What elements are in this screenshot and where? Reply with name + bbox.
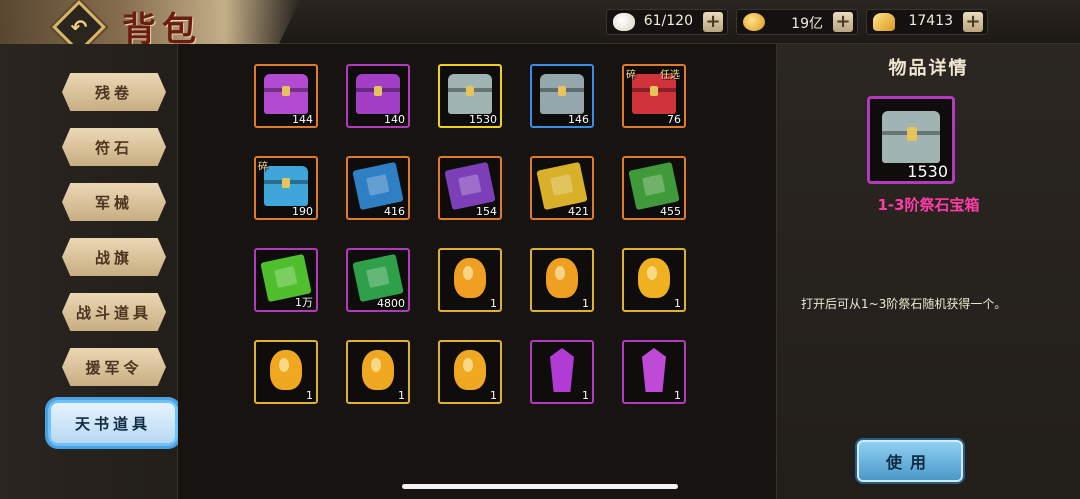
item-slot[interactable]: 144 xyxy=(254,64,318,128)
gem-icon xyxy=(638,258,670,298)
item-slot[interactable]: 碎 任选 76 xyxy=(622,64,686,128)
gold-ingot-icon xyxy=(873,13,895,31)
detail-item-slot: 1530 xyxy=(867,96,955,184)
crystal-icon xyxy=(550,348,574,392)
tab-rune-stones[interactable]: 符石 xyxy=(62,128,166,166)
add-gold-button[interactable]: + xyxy=(963,12,983,32)
gem-icon xyxy=(270,350,302,390)
currency-coin: 19亿 + xyxy=(736,9,858,35)
top-bar: ↶ 背包 61/120 + 19亿 + 17413 + xyxy=(0,0,1080,54)
item-slot[interactable]: 1 xyxy=(622,248,686,312)
book-icon xyxy=(352,253,404,303)
bun-icon xyxy=(613,13,635,31)
back-arrow-icon: ↶ xyxy=(70,15,88,39)
currency-food: 61/120 + xyxy=(606,9,728,35)
chest-icon xyxy=(540,74,584,114)
crystal-icon xyxy=(642,348,666,392)
item-slot[interactable]: 4800 xyxy=(346,248,410,312)
item-grid: 144 140 1530 146 碎 任选 76 碎 190 416 154 421 455 1万 4800… xyxy=(178,44,776,499)
item-count: 146 xyxy=(568,113,589,126)
item-count: 190 xyxy=(292,205,313,218)
item-slot[interactable]: 416 xyxy=(346,156,410,220)
item-count: 421 xyxy=(568,205,589,218)
item-count: 154 xyxy=(476,205,497,218)
item-slot[interactable]: 146 xyxy=(530,64,594,128)
chest-icon xyxy=(264,166,308,206)
chest-icon xyxy=(448,74,492,114)
coin-icon xyxy=(743,13,765,31)
book-icon xyxy=(628,161,680,211)
item-slot[interactable]: 421 xyxy=(530,156,594,220)
currency-gold: 17413 + xyxy=(866,9,988,35)
book-icon xyxy=(444,161,496,211)
item-slot[interactable]: 1万 xyxy=(254,248,318,312)
item-slot[interactable]: 1 xyxy=(254,340,318,404)
detail-item-description: 打开后可从1~3阶祭石随机获得一个。 xyxy=(801,297,1007,311)
add-food-button[interactable]: + xyxy=(703,12,723,32)
tab-armory[interactable]: 军械 xyxy=(62,183,166,221)
item-slot[interactable]: 1 xyxy=(438,248,502,312)
item-count: 1 xyxy=(398,389,405,402)
item-slot[interactable]: 1 xyxy=(530,340,594,404)
item-count: 455 xyxy=(660,205,681,218)
currency-food-value: 61/120 xyxy=(643,13,693,29)
item-slot[interactable]: 1 xyxy=(438,340,502,404)
tab-battle-items[interactable]: 战斗道具 xyxy=(62,293,166,331)
chest-icon xyxy=(356,74,400,114)
item-slot[interactable]: 1 xyxy=(346,340,410,404)
currency-gold-value: 17413 xyxy=(908,13,953,29)
item-count: 1 xyxy=(490,297,497,310)
gem-icon xyxy=(454,258,486,298)
item-count: 1 xyxy=(582,389,589,402)
currency-coin-value: 19亿 xyxy=(791,16,823,32)
item-count: 1 xyxy=(490,389,497,402)
item-slot[interactable]: 154 xyxy=(438,156,502,220)
gem-icon xyxy=(546,258,578,298)
item-count: 140 xyxy=(384,113,405,126)
book-icon xyxy=(352,161,404,211)
item-count: 1 xyxy=(306,389,313,402)
item-slot[interactable]: 455 xyxy=(622,156,686,220)
gem-icon xyxy=(362,350,394,390)
use-button[interactable]: 使用 xyxy=(857,440,963,482)
item-count: 416 xyxy=(384,205,405,218)
item-count: 1万 xyxy=(295,296,313,309)
fragment-tag: 碎 xyxy=(258,162,268,173)
detail-item-count: 1530 xyxy=(907,162,948,181)
item-count: 76 xyxy=(667,113,681,126)
tab-heavenly-book-items[interactable]: 天书道具 xyxy=(48,400,178,446)
item-slot[interactable]: 碎 190 xyxy=(254,156,318,220)
item-count: 1 xyxy=(674,389,681,402)
gem-icon xyxy=(454,350,486,390)
item-slot[interactable]: 1530 xyxy=(438,64,502,128)
item-count: 1 xyxy=(582,297,589,310)
item-count: 4800 xyxy=(377,297,405,310)
add-coin-button[interactable]: + xyxy=(833,12,853,32)
detail-title: 物品详情 xyxy=(888,58,969,79)
item-count: 1530 xyxy=(469,113,497,126)
tab-reinforcement-orders[interactable]: 援军令 xyxy=(62,348,166,386)
fragment-tag: 碎 xyxy=(626,70,636,81)
book-icon xyxy=(536,161,588,211)
tab-fragment-scrolls[interactable]: 残卷 xyxy=(62,73,166,111)
home-indicator xyxy=(402,484,678,489)
tab-war-flags[interactable]: 战旗 xyxy=(62,238,166,276)
category-sidebar: 残卷 符石 军械 战旗 战斗道具 援军令 天书道具 xyxy=(0,44,178,499)
item-slot[interactable]: 1 xyxy=(622,340,686,404)
item-slot[interactable]: 140 xyxy=(346,64,410,128)
item-count: 1 xyxy=(674,297,681,310)
chest-icon xyxy=(882,111,940,163)
item-slot[interactable]: 1 xyxy=(530,248,594,312)
detail-item-name: 1-3阶祭石宝箱 xyxy=(877,196,980,214)
item-detail-panel: 物品详情 1530 1-3阶祭石宝箱 打开后可从1~3阶祭石随机获得一个。 使用 xyxy=(776,44,1080,499)
item-count: 144 xyxy=(292,113,313,126)
optional-tag: 任选 xyxy=(660,70,680,81)
chest-icon xyxy=(264,74,308,114)
